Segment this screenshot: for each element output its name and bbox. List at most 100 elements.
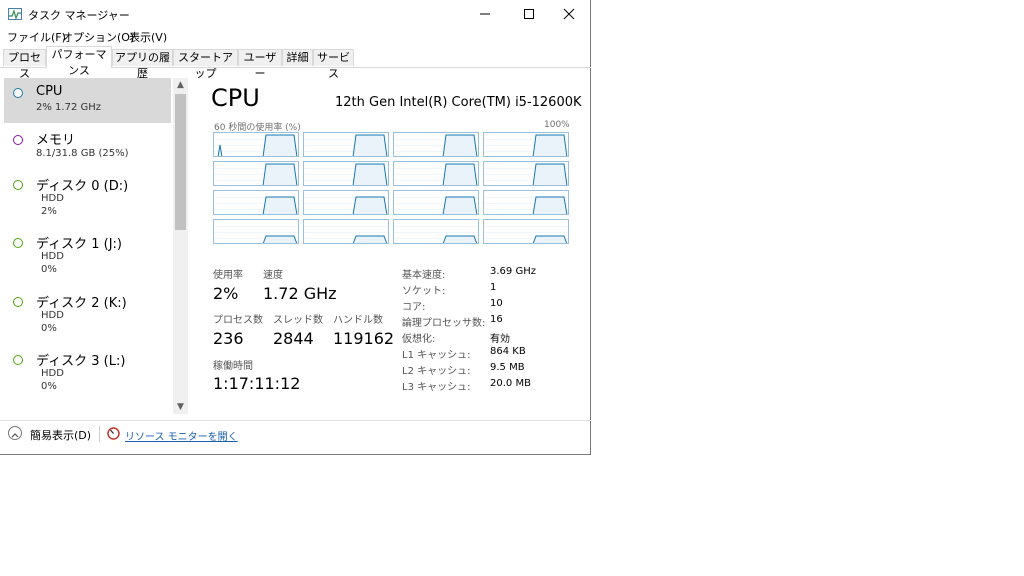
cpu-core-graph (303, 190, 389, 215)
tab-bar: プロセス パフォーマンス アプリの履歴 スタートアップ ユーザー 詳細 サービス (0, 46, 591, 80)
resource-monitor-icon (107, 427, 120, 440)
disk-indicator-icon (13, 355, 23, 365)
cpu-core-graph (213, 190, 299, 215)
detail-label: L1 キャッシュ: (402, 350, 471, 361)
open-resource-monitor-link[interactable]: リソース モニターを開く (125, 428, 238, 443)
tab-app-history[interactable]: アプリの履歴 (112, 49, 173, 80)
detail-label: ソケット: (402, 286, 446, 297)
sidebar-item-name: ディスク 0 (D:) (36, 179, 129, 194)
sidebar-item-usage: 0% (41, 264, 57, 275)
tab-users[interactable]: ユーザー (238, 49, 282, 80)
cpu-core-graph (393, 161, 479, 186)
speed-value: 1.72 GHz (263, 284, 337, 303)
cpu-core-graph (303, 161, 389, 186)
tab-performance[interactable]: パフォーマンス (46, 46, 112, 77)
sidebar-scrollbar[interactable]: ▲ ▼ (173, 78, 188, 414)
detail-label: 論理プロセッサ数: (402, 318, 486, 329)
handles-label: ハンドル数 (333, 315, 383, 326)
cpu-core-graph (483, 219, 569, 244)
footer-divider (99, 426, 100, 442)
menu-options[interactable]: オプション(O) (62, 29, 134, 45)
maximize-button[interactable] (507, 0, 551, 28)
sidebar-item-usage: 0% (41, 381, 57, 392)
processes-label: プロセス数 (213, 315, 263, 326)
sidebar-item-type: HDD (41, 310, 64, 321)
detail-value: 16 (490, 314, 503, 325)
detail-value: 9.5 MB (490, 362, 525, 373)
minimize-icon (480, 13, 490, 15)
sidebar-item-name: ディスク 3 (L:) (36, 354, 126, 369)
detail-value: 1 (490, 282, 497, 293)
sidebar-item-detail: 8.1/31.8 GB (25%) (36, 148, 129, 159)
title-bar[interactable]: タスク マネージャー (0, 0, 591, 28)
cpu-core-graph (213, 161, 299, 186)
maximize-icon (524, 9, 534, 19)
sidebar-item-memory[interactable]: メモリ 8.1/31.8 GB (25%) (4, 126, 171, 171)
resource-list: CPU 2% 1.72 GHz メモリ 8.1/31.8 GB (25%) ディ… (0, 68, 190, 415)
sidebar-item-detail: 2% 1.72 GHz (36, 102, 102, 113)
sidebar-item-name: ディスク 2 (K:) (36, 296, 127, 311)
detail-value: 20.0 MB (490, 378, 531, 389)
sidebar-item-type: HDD (41, 193, 64, 204)
tab-processes[interactable]: プロセス (3, 49, 46, 80)
disk-indicator-icon (13, 238, 23, 248)
detail-label: 基本速度: (402, 270, 446, 281)
scrollbar-thumb[interactable] (175, 94, 186, 230)
sidebar-item-name: メモリ (36, 133, 76, 148)
sidebar-item-type: HDD (41, 368, 64, 379)
cpu-graph-grid (213, 132, 569, 244)
threads-label: スレッド数 (273, 315, 323, 326)
detail-value: 864 KB (490, 346, 526, 357)
detail-value: 10 (490, 298, 503, 309)
menu-file[interactable]: ファイル(F) (7, 29, 66, 45)
cpu-indicator-icon (13, 88, 23, 98)
uptime-value: 1:17:11:12 (213, 374, 301, 393)
graph-max-label: 100% (544, 120, 570, 130)
close-icon (563, 8, 575, 20)
sidebar-item-disk-1[interactable]: ディスク 1 (J:) HDD 0% (4, 233, 171, 287)
fewer-details-button[interactable]: 簡易表示(D) (30, 427, 91, 443)
sidebar-item-name: ディスク 1 (J:) (36, 237, 122, 252)
detail-value: 有効 (490, 334, 510, 345)
processes-value: 236 (213, 329, 244, 348)
sidebar-item-disk-2[interactable]: ディスク 2 (K:) HDD 0% (4, 292, 171, 346)
sidebar-item-disk-3[interactable]: ディスク 3 (L:) HDD 0% (4, 350, 171, 404)
menu-bar: ファイル(F) オプション(O) 表示(V) (0, 28, 591, 46)
minimize-button[interactable] (463, 0, 507, 28)
cpu-core-graph (213, 219, 299, 244)
detail-value: 3.69 GHz (490, 266, 536, 277)
cpu-core-graph (393, 219, 479, 244)
sidebar-item-name: CPU (36, 84, 63, 99)
memory-indicator-icon (13, 135, 23, 145)
disk-indicator-icon (13, 297, 23, 307)
cpu-core-graph (393, 132, 479, 157)
tab-details[interactable]: 詳細 (282, 49, 313, 66)
cpu-core-graph (393, 190, 479, 215)
detail-label: L2 キャッシュ: (402, 366, 471, 377)
cpu-core-graph (483, 190, 569, 215)
cpu-core-graph (483, 161, 569, 186)
sidebar-item-disk-0[interactable]: ディスク 0 (D:) HDD 2% (4, 175, 171, 229)
chevron-up-icon[interactable] (8, 426, 22, 440)
detail-label: L3 キャッシュ: (402, 382, 471, 393)
scroll-down-icon[interactable]: ▼ (173, 400, 188, 414)
window-title: タスク マネージャー (28, 9, 130, 22)
footer: 簡易表示(D) リソース モニターを開く (0, 420, 591, 451)
sidebar-item-cpu[interactable]: CPU 2% 1.72 GHz (4, 78, 171, 123)
cpu-core-graph (213, 132, 299, 157)
scroll-up-icon[interactable]: ▲ (173, 78, 188, 92)
sidebar-item-type: HDD (41, 251, 64, 262)
threads-value: 2844 (273, 329, 314, 348)
cpu-core-graph (483, 132, 569, 157)
tab-services[interactable]: サービス (313, 49, 354, 80)
task-manager-window: タスク マネージャー ファイル(F) オプション(O) 表示(V) プロセス パ… (0, 0, 591, 455)
uptime-label: 稼働時間 (213, 361, 253, 372)
cpu-core-graph (303, 132, 389, 157)
close-button[interactable] (547, 0, 591, 28)
tab-startup[interactable]: スタートアップ (173, 49, 238, 80)
menu-view[interactable]: 表示(V) (129, 29, 167, 45)
disk-indicator-icon (13, 180, 23, 190)
speed-label: 速度 (263, 270, 283, 281)
sidebar-item-usage: 2% (41, 206, 57, 217)
cpu-model-name: 12th Gen Intel(R) Core(TM) i5-12600K (335, 95, 582, 110)
